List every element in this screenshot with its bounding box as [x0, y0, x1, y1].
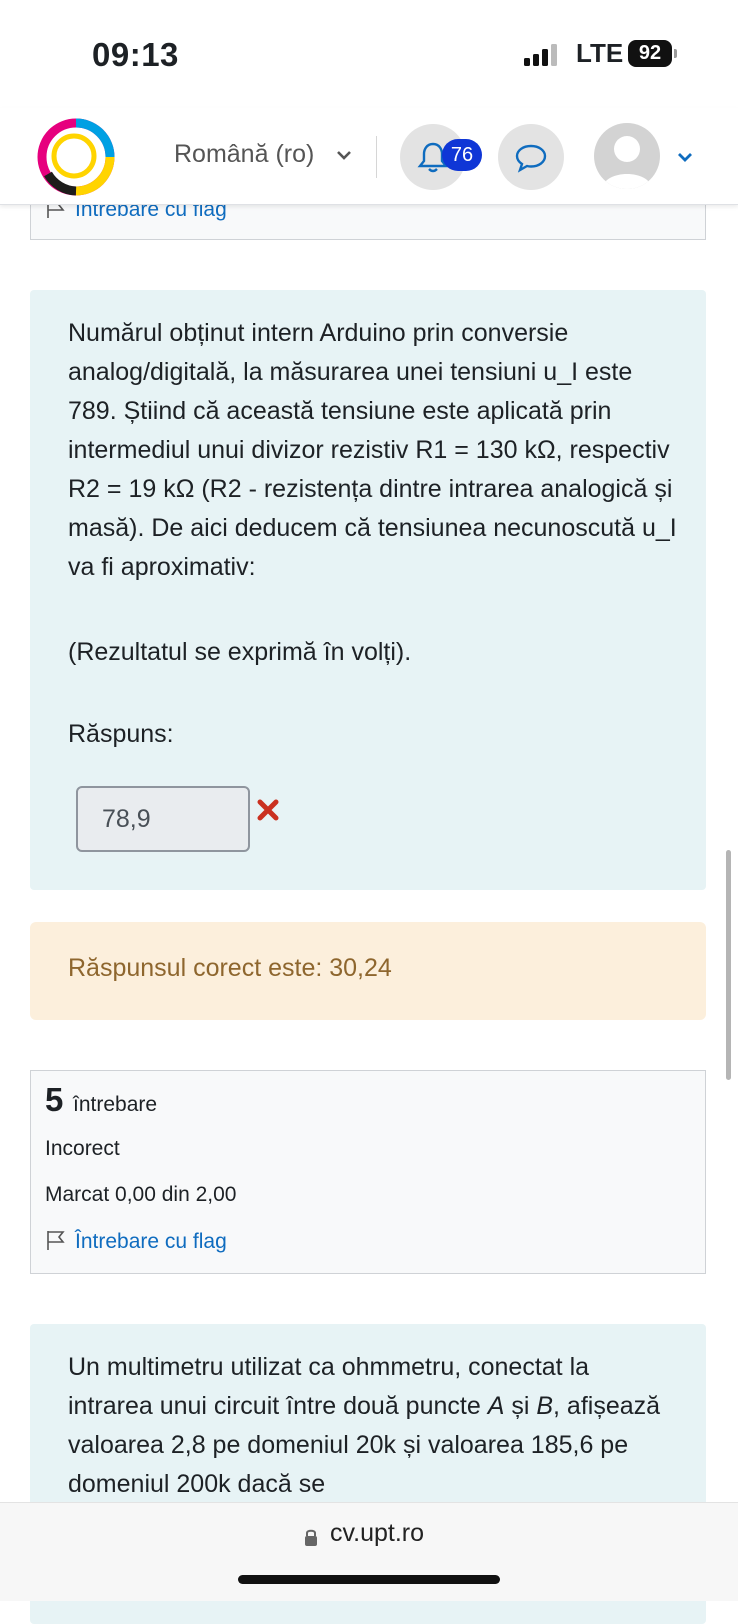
question-text: Un multimetru utilizat ca ohmmetru, cone… [68, 1353, 661, 1498]
correct-answer-text: Răspunsul corect este: 30,24 [68, 954, 392, 982]
battery-tip [674, 49, 677, 58]
url-text[interactable]: cv.upt.ro [330, 1519, 424, 1548]
site-header: Română (ro) 76 [0, 108, 738, 205]
browser-url-bar[interactable]: cv.upt.ro [0, 1502, 738, 1601]
chevron-down-icon[interactable] [336, 148, 352, 162]
messages-button[interactable] [498, 124, 564, 190]
flag-question-link[interactable]: Întrebare cu flag [45, 1229, 227, 1254]
question-unit-note: (Rezultatul se exprimă în volți). [68, 638, 412, 666]
answer-field[interactable]: 78,9 [76, 786, 250, 852]
answer-label: Răspuns: [68, 720, 174, 748]
question-text: Numărul obținut intern Arduino prin conv… [68, 319, 677, 581]
notifications-count-badge[interactable]: 76 [442, 139, 482, 171]
site-logo[interactable] [34, 116, 118, 198]
lock-icon [305, 1529, 317, 1546]
question-number: 5 [45, 1081, 64, 1118]
home-indicator[interactable] [238, 1575, 500, 1584]
question-5-info: 5 întrebare Incorect Marcat 0,00 din 2,0… [30, 1070, 706, 1274]
question-state: Incorect [45, 1137, 120, 1160]
language-selector[interactable]: Română (ro) [174, 140, 314, 169]
page-scrollbar[interactable] [726, 850, 731, 1080]
question-content: Numărul obținut intern Arduino prin conv… [30, 290, 706, 890]
question-grade: Marcat 0,00 din 2,00 [45, 1183, 237, 1206]
status-bar: 09:13 LTE 92 [0, 0, 738, 108]
user-avatar[interactable] [594, 123, 660, 189]
user-icon [602, 136, 652, 189]
user-menu-chevron-icon[interactable] [676, 150, 694, 164]
battery-icon: 92 [628, 40, 672, 67]
network-type: LTE [576, 38, 624, 68]
question-word: întrebare [73, 1093, 158, 1116]
signal-icon [524, 44, 557, 66]
incorrect-icon [257, 799, 279, 821]
chat-bubble-icon [515, 144, 547, 173]
status-time: 09:13 [92, 36, 179, 73]
flag-question-label: Întrebare cu flag [75, 1230, 227, 1253]
nav-divider [376, 136, 377, 178]
flag-icon [47, 1231, 65, 1250]
correct-answer-feedback: Răspunsul corect este: 30,24 [30, 922, 706, 1020]
